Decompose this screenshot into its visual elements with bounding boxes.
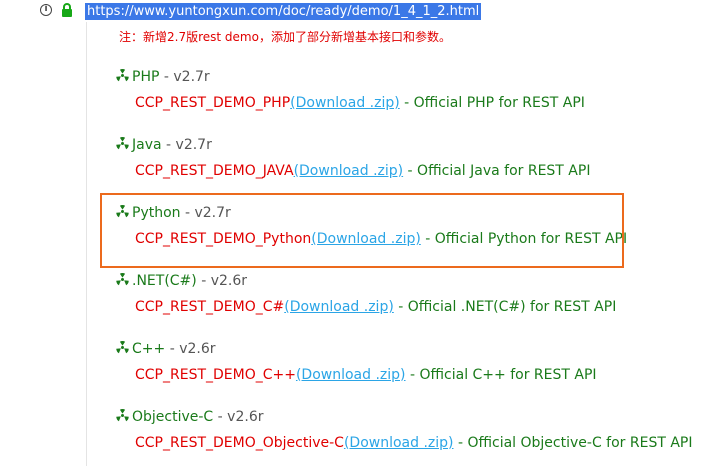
address-bar[interactable]: i https://www.yuntongxun.com/doc/ready/d… xyxy=(0,0,716,22)
python-highlight-box xyxy=(100,193,624,268)
demo-package-name: CCP_REST_DEMO_Objective-C xyxy=(135,435,344,451)
demo-version: - v2.6r xyxy=(196,273,248,289)
demo-description: - Official C++ for REST API xyxy=(405,367,597,383)
demo-language: Java xyxy=(132,137,162,153)
demo-version: - v2.6r xyxy=(165,341,216,357)
download-zip-link[interactable]: (Download .zip) xyxy=(284,299,394,315)
demo-description: - Official Objective-C for REST API xyxy=(453,435,693,451)
download-zip-link[interactable]: (Download .zip) xyxy=(344,435,454,451)
download-zip-link[interactable]: (Download .zip) xyxy=(294,163,404,179)
demo-language: Objective-C xyxy=(132,409,214,425)
demo-version: - v2.7r xyxy=(159,69,210,85)
demo-language: PHP xyxy=(132,69,160,85)
demo-version: - v2.6r xyxy=(213,409,264,425)
demo-package-name: CCP_REST_DEMO_JAVA xyxy=(135,163,294,179)
trefoil-bullet-icon xyxy=(116,69,129,82)
demo-version: - v2.7r xyxy=(161,137,212,153)
trefoil-bullet-icon xyxy=(116,409,129,422)
url-text[interactable]: https://www.yuntongxun.com/doc/ready/dem… xyxy=(85,3,482,20)
demo-package-name: CCP_REST_DEMO_C# xyxy=(135,299,285,315)
trefoil-bullet-icon xyxy=(116,137,129,150)
demo-package-name: CCP_REST_DEMO_PHP xyxy=(135,95,291,111)
trefoil-bullet-icon xyxy=(116,273,129,286)
update-notice: 注：新增2.7版rest demo，添加了部分新增基本接口和参数。 xyxy=(119,30,451,44)
left-divider xyxy=(86,22,87,466)
demo-description: - Official PHP for REST API xyxy=(399,95,585,111)
demo-language: C++ xyxy=(132,341,166,357)
demo-description: - Official .NET(C#) for REST API xyxy=(393,299,617,315)
download-zip-link[interactable]: (Download .zip) xyxy=(290,95,400,111)
lock-icon[interactable] xyxy=(60,3,74,17)
download-zip-link[interactable]: (Download .zip) xyxy=(296,367,406,383)
demo-language: .NET(C#) xyxy=(132,273,197,289)
trefoil-bullet-icon xyxy=(116,341,129,354)
page-content: 注：新增2.7版rest demo，添加了部分新增基本接口和参数。 PHP - … xyxy=(0,22,716,466)
site-info-icon[interactable]: i xyxy=(40,4,52,16)
demo-package-name: CCP_REST_DEMO_C++ xyxy=(135,367,296,383)
demo-description: - Official Java for REST API xyxy=(403,163,591,179)
